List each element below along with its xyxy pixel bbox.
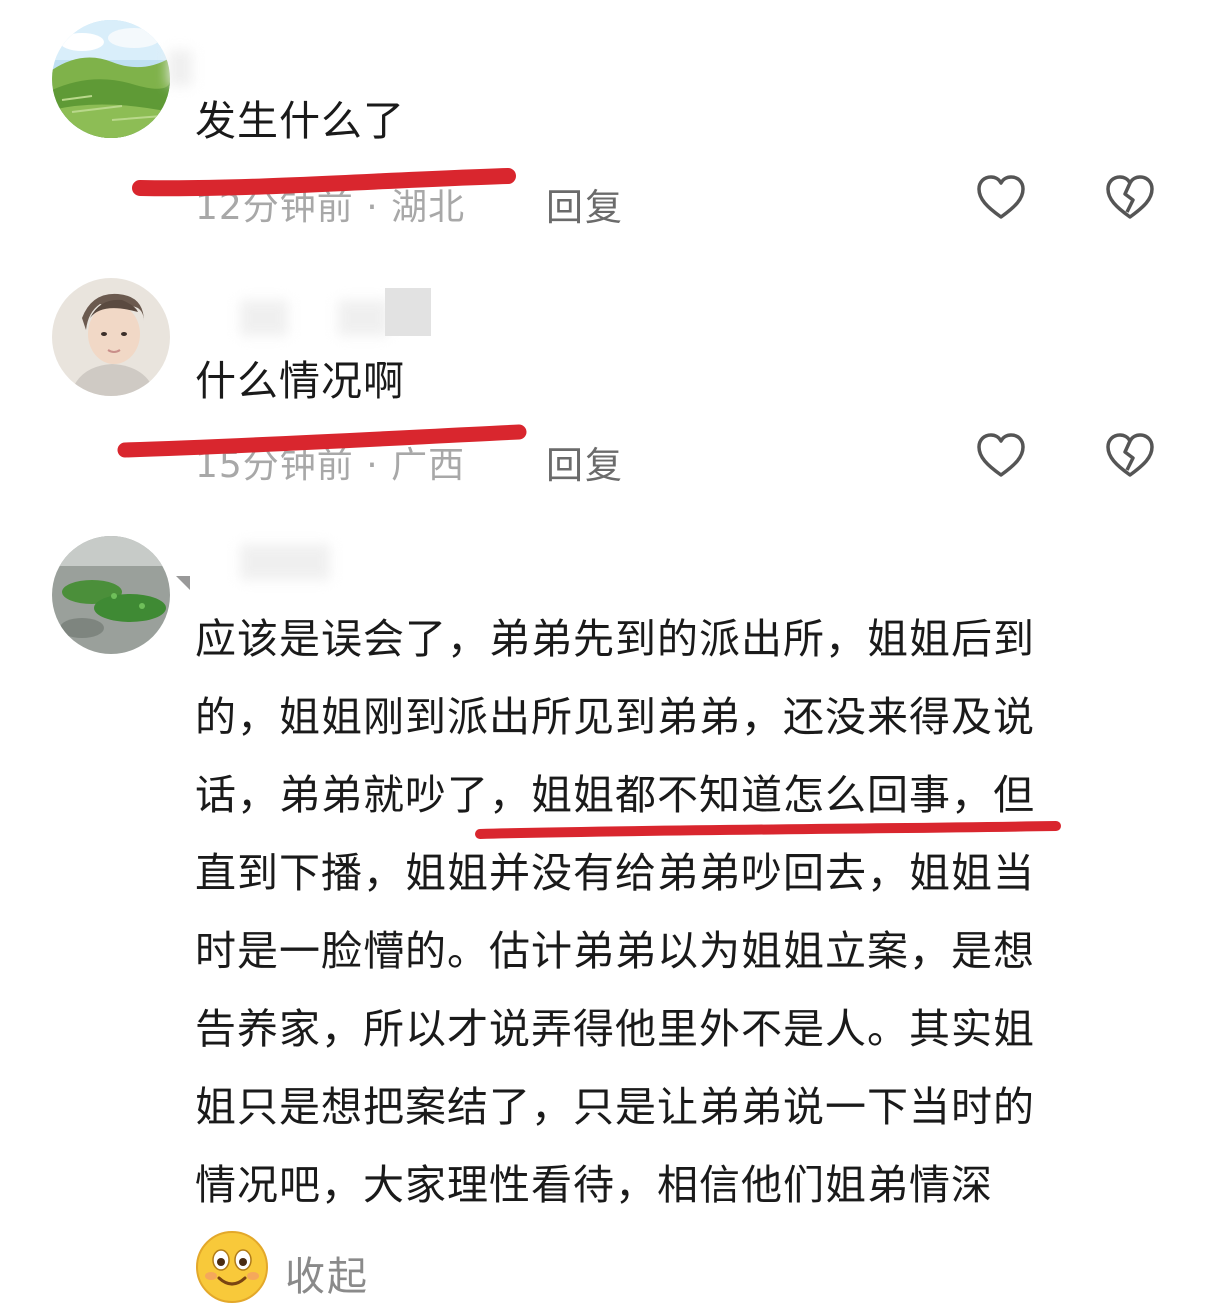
username-redacted — [168, 50, 192, 86]
comment-text: 发生什么了 — [195, 97, 405, 145]
comment-text-line: 直到下播，姐姐并没有给弟弟吵回去，姐姐当 — [195, 849, 1035, 897]
person-avatar-image — [52, 278, 170, 396]
avatar[interactable] — [52, 536, 170, 654]
avatar[interactable] — [52, 278, 170, 396]
heart-outline-icon[interactable] — [975, 172, 1027, 224]
username-redacted — [240, 300, 288, 336]
comment-item: 什么情况啊 15分钟前 · 广西 回复 — [0, 250, 1220, 520]
heart-outline-icon[interactable] — [975, 430, 1027, 482]
comment-text-line: 情况吧，大家理性看待，相信他们姐弟情深 — [195, 1161, 993, 1209]
tea-avatar-image — [52, 536, 170, 654]
comment-text-line: 应该是误会了，弟弟先到的派出所，姐姐后到 — [195, 615, 1035, 663]
username-redacted — [240, 544, 330, 580]
smiling-face-emoji-icon — [196, 1231, 268, 1303]
comment-text: 什么情况啊 — [195, 357, 405, 405]
reply-button[interactable]: 回复 — [546, 435, 624, 489]
comment-item: 应该是误会了，弟弟先到的派出所，姐姐后到 的，姐姐刚到派出所见到弟弟，还没来得及… — [0, 520, 1220, 1314]
comment-meta: 12分钟前 · 湖北 — [195, 187, 466, 228]
comment-item: 发生什么了 12分钟前 · 湖北 回复 — [0, 0, 1220, 250]
comment-text-line: 话，弟弟就吵了，姐姐都不知道怎么回事，但 — [195, 771, 1035, 819]
comment-meta: 15分钟前 · 广西 — [195, 445, 466, 486]
reply-button[interactable]: 回复 — [546, 177, 624, 231]
avatar[interactable] — [52, 20, 170, 138]
broken-heart-icon[interactable] — [1104, 430, 1156, 482]
comment-text-line: 姐只是想把案结了，只是让弟弟说一下当时的 — [195, 1083, 1035, 1131]
avatar-badge — [176, 576, 190, 590]
comment-text-line: 时是一脸懵的。估计弟弟以为姐姐立案，是想 — [195, 927, 1035, 975]
username-redacted-block — [385, 288, 431, 336]
landscape-avatar-image — [52, 20, 170, 138]
comment-text-line: 的，姐姐刚到派出所见到弟弟，还没来得及说 — [195, 693, 1035, 741]
comment-text-line: 告养家，所以才说弄得他里外不是人。其实姐 — [195, 1005, 1035, 1053]
broken-heart-icon[interactable] — [1104, 172, 1156, 224]
collapse-label[interactable]: 收起 — [285, 1244, 369, 1302]
username-redacted — [338, 300, 388, 336]
